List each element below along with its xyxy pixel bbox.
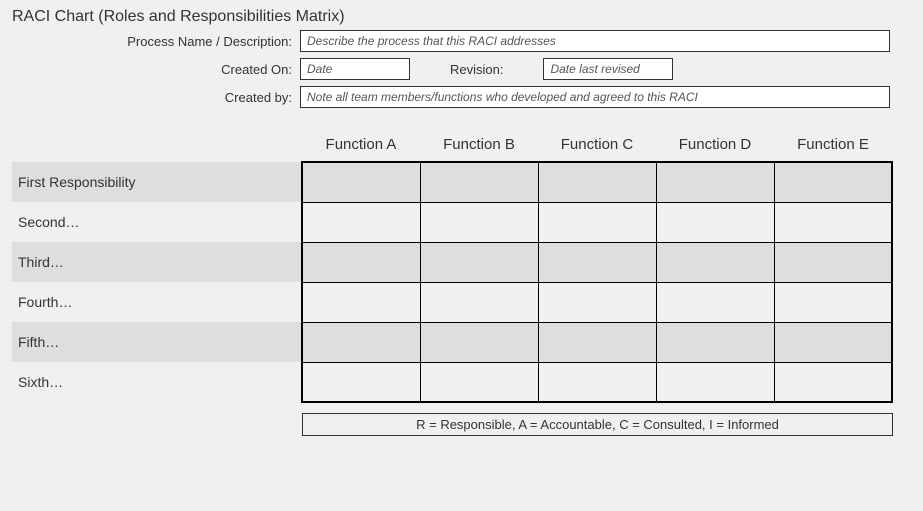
column-header[interactable]: Function C — [538, 132, 656, 162]
raci-cell[interactable] — [420, 162, 538, 202]
matrix-header-row: Function A Function B Function C Functio… — [12, 132, 892, 162]
raci-cell[interactable] — [774, 362, 892, 402]
column-header[interactable]: Function B — [420, 132, 538, 162]
revision-label: Revision: — [450, 62, 503, 77]
raci-cell[interactable] — [302, 242, 420, 282]
raci-cell[interactable] — [538, 162, 656, 202]
created-by-field[interactable]: Note all team members/functions who deve… — [300, 86, 890, 108]
raci-cell[interactable] — [774, 282, 892, 322]
table-row: Fifth… — [12, 322, 892, 362]
column-header[interactable]: Function A — [302, 132, 420, 162]
column-header[interactable]: Function E — [774, 132, 892, 162]
raci-cell[interactable] — [774, 162, 892, 202]
page-title: RACI Chart (Roles and Responsibilities M… — [0, 0, 923, 26]
raci-cell[interactable] — [656, 282, 774, 322]
raci-cell[interactable] — [302, 282, 420, 322]
row-header[interactable]: Third… — [12, 242, 302, 282]
raci-cell[interactable] — [538, 282, 656, 322]
raci-cell[interactable] — [656, 322, 774, 362]
process-name-field[interactable]: Describe the process that this RACI addr… — [300, 30, 890, 52]
row-header[interactable]: First Responsibility — [12, 162, 302, 202]
raci-cell[interactable] — [656, 242, 774, 282]
raci-cell[interactable] — [656, 202, 774, 242]
raci-cell[interactable] — [420, 322, 538, 362]
raci-cell[interactable] — [538, 242, 656, 282]
raci-legend: R = Responsible, A = Accountable, C = Co… — [302, 413, 893, 436]
raci-matrix: Function A Function B Function C Functio… — [12, 132, 893, 403]
raci-cell[interactable] — [538, 202, 656, 242]
row-header[interactable]: Fourth… — [12, 282, 302, 322]
raci-cell[interactable] — [774, 242, 892, 282]
raci-cell[interactable] — [420, 282, 538, 322]
created-on-label: Created On: — [0, 58, 300, 77]
raci-cell[interactable] — [420, 242, 538, 282]
table-row: Fourth… — [12, 282, 892, 322]
raci-cell[interactable] — [656, 162, 774, 202]
raci-cell[interactable] — [774, 202, 892, 242]
row-header[interactable]: Second… — [12, 202, 302, 242]
raci-cell[interactable] — [302, 362, 420, 402]
column-header[interactable]: Function D — [656, 132, 774, 162]
raci-cell[interactable] — [774, 322, 892, 362]
table-row: Sixth… — [12, 362, 892, 402]
created-on-field[interactable]: Date — [300, 58, 410, 80]
raci-cell[interactable] — [302, 202, 420, 242]
table-row: Second… — [12, 202, 892, 242]
process-name-label: Process Name / Description: — [0, 30, 300, 49]
table-row: Third… — [12, 242, 892, 282]
raci-cell[interactable] — [538, 362, 656, 402]
raci-cell[interactable] — [302, 162, 420, 202]
created-by-label: Created by: — [0, 86, 300, 105]
matrix-corner-blank — [12, 132, 302, 162]
row-header[interactable]: Sixth… — [12, 362, 302, 402]
raci-cell[interactable] — [302, 322, 420, 362]
row-header[interactable]: Fifth… — [12, 322, 302, 362]
metadata-block: Process Name / Description: Describe the… — [0, 26, 923, 112]
raci-cell[interactable] — [420, 202, 538, 242]
raci-cell[interactable] — [420, 362, 538, 402]
raci-cell[interactable] — [538, 322, 656, 362]
raci-cell[interactable] — [656, 362, 774, 402]
revision-field[interactable]: Date last revised — [543, 58, 673, 80]
table-row: First Responsibility — [12, 162, 892, 202]
